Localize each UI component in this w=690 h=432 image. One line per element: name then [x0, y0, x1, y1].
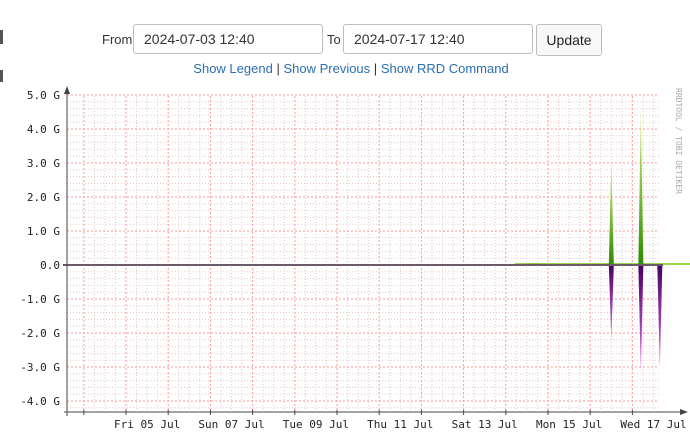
- x-tick-label: Wed 17 Jul: [620, 418, 686, 431]
- time-range-toolbar: From To Update: [0, 24, 690, 56]
- y-tick-label: -2.0 G: [20, 327, 60, 340]
- to-label: To: [327, 32, 341, 47]
- link-separator: |: [276, 61, 280, 76]
- graph-links: Show Legend | Show Previous | Show RRD C…: [0, 61, 690, 76]
- y-tick-label: 5.0 G: [27, 89, 60, 102]
- link-separator: |: [373, 61, 378, 76]
- x-tick-label: Tue 09 Jul: [283, 418, 349, 431]
- rrdtool-watermark: RRDTOOL / TOBI OETIKER: [674, 88, 683, 194]
- update-button[interactable]: Update: [536, 24, 602, 56]
- show-rrd-command-link[interactable]: Show RRD Command: [381, 61, 509, 76]
- x-tick-label: Thu 11 Jul: [367, 418, 433, 431]
- from-label: From: [102, 32, 133, 47]
- y-tick-label: -1.0 G: [20, 293, 60, 306]
- x-tick-label: Fri 05 Jul: [114, 418, 180, 431]
- show-previous-link[interactable]: Show Previous: [283, 61, 370, 76]
- y-tick-label: 2.0 G: [27, 191, 60, 204]
- y-tick-label: -4.0 G: [20, 395, 60, 408]
- y-tick-label: 0.0: [40, 259, 60, 272]
- y-tick-label: 4.0 G: [27, 123, 60, 136]
- rrd-graph: 5.0 G 4.0 G 3.0 G 2.0 G 1.0 G 0.0 -1.0 G -2.0 G…: [0, 82, 690, 432]
- y-tick-label: 3.0 G: [27, 157, 60, 170]
- x-tick-label: Sat 13 Jul: [452, 418, 518, 431]
- x-axis-labels: Fri 05 Jul Sun 07 Jul Tue 09 Jul Thu 11 Jul…: [114, 418, 687, 431]
- graph-background: [0, 82, 690, 432]
- from-date-input[interactable]: [133, 24, 323, 54]
- y-tick-label: 1.0 G: [27, 225, 60, 238]
- x-tick-label: Sun 07 Jul: [198, 418, 264, 431]
- y-tick-label: -3.0 G: [20, 361, 60, 374]
- x-tick-label: Mon 15 Jul: [536, 418, 602, 431]
- show-legend-link[interactable]: Show Legend: [193, 61, 273, 76]
- to-date-input[interactable]: [343, 24, 533, 54]
